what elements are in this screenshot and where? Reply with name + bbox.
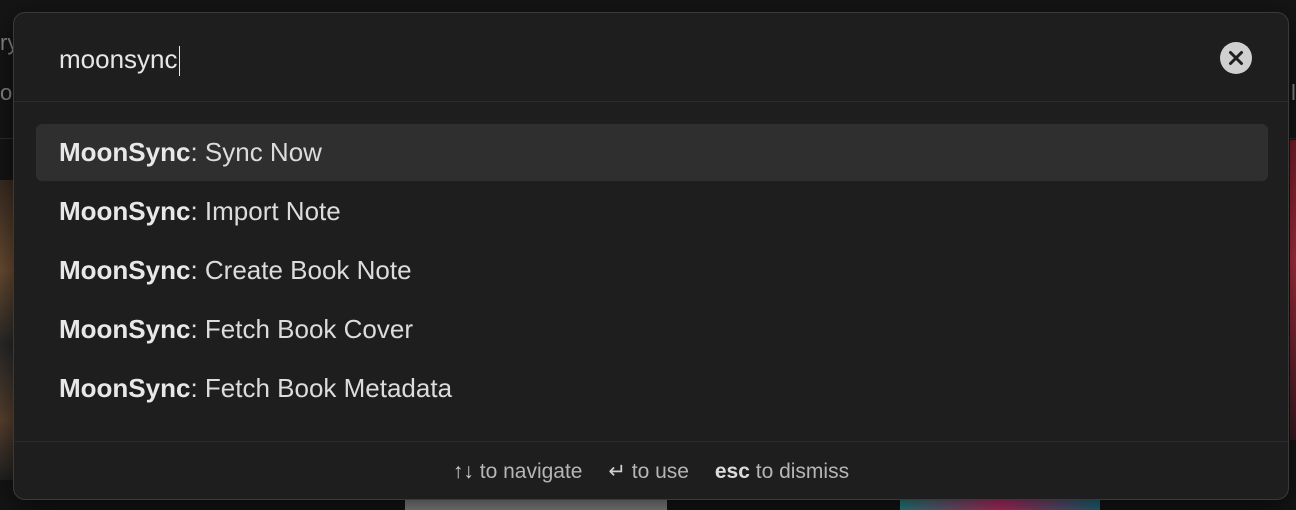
search-input-value: moonsync [59, 44, 178, 74]
command-item-fetch-book-metadata[interactable]: MoonSync: Fetch Book Metadata [36, 360, 1268, 417]
keyboard-hints-footer: ↑↓ to navigate ↵ to use esc to dismiss [14, 441, 1288, 502]
background-text: o [0, 80, 13, 105]
background-book-cover [1290, 140, 1296, 440]
command-label: : Import Note [190, 196, 341, 226]
enter-icon: ↵ [608, 460, 626, 483]
hint-use-label: to use [631, 460, 689, 483]
clear-search-button[interactable] [1220, 42, 1252, 74]
command-item-fetch-book-cover[interactable]: MoonSync: Fetch Book Cover [36, 301, 1268, 358]
command-item-create-book-note[interactable]: MoonSync: Create Book Note [36, 242, 1268, 299]
arrows-icon: ↑↓ [452, 460, 474, 483]
command-prefix: MoonSync [59, 137, 191, 167]
command-prefix: MoonSync [59, 196, 191, 226]
background-text: l [1291, 80, 1296, 105]
close-icon [1229, 51, 1243, 65]
hint-navigate-label: to navigate [479, 460, 583, 483]
command-label: : Fetch Book Metadata [190, 373, 453, 403]
command-results-list: MoonSync: Sync Now MoonSync: Import Note… [36, 124, 1268, 419]
command-prefix: MoonSync [59, 255, 191, 285]
hint-use: ↵ to use [608, 442, 689, 502]
command-item-sync-now[interactable]: MoonSync: Sync Now [36, 124, 1268, 181]
search-input[interactable]: moonsync [59, 39, 180, 79]
command-label: : Fetch Book Cover [190, 314, 413, 344]
command-label: : Sync Now [190, 137, 322, 167]
command-prefix: MoonSync [59, 314, 191, 344]
hint-dismiss-label: to dismiss [755, 460, 850, 483]
hint-dismiss: esc to dismiss [715, 442, 849, 502]
hint-navigate: ↑↓ to navigate [453, 442, 583, 502]
background-book-cover [0, 180, 14, 480]
command-prefix: MoonSync [59, 373, 191, 403]
esc-key: esc [714, 460, 750, 483]
command-label: : Create Book Note [190, 255, 412, 285]
command-palette: moonsync MoonSync: Sync Now MoonSync: Im… [13, 12, 1289, 500]
text-caret [178, 46, 180, 77]
search-row: moonsync [14, 13, 1288, 102]
command-item-import-note[interactable]: MoonSync: Import Note [36, 183, 1268, 240]
